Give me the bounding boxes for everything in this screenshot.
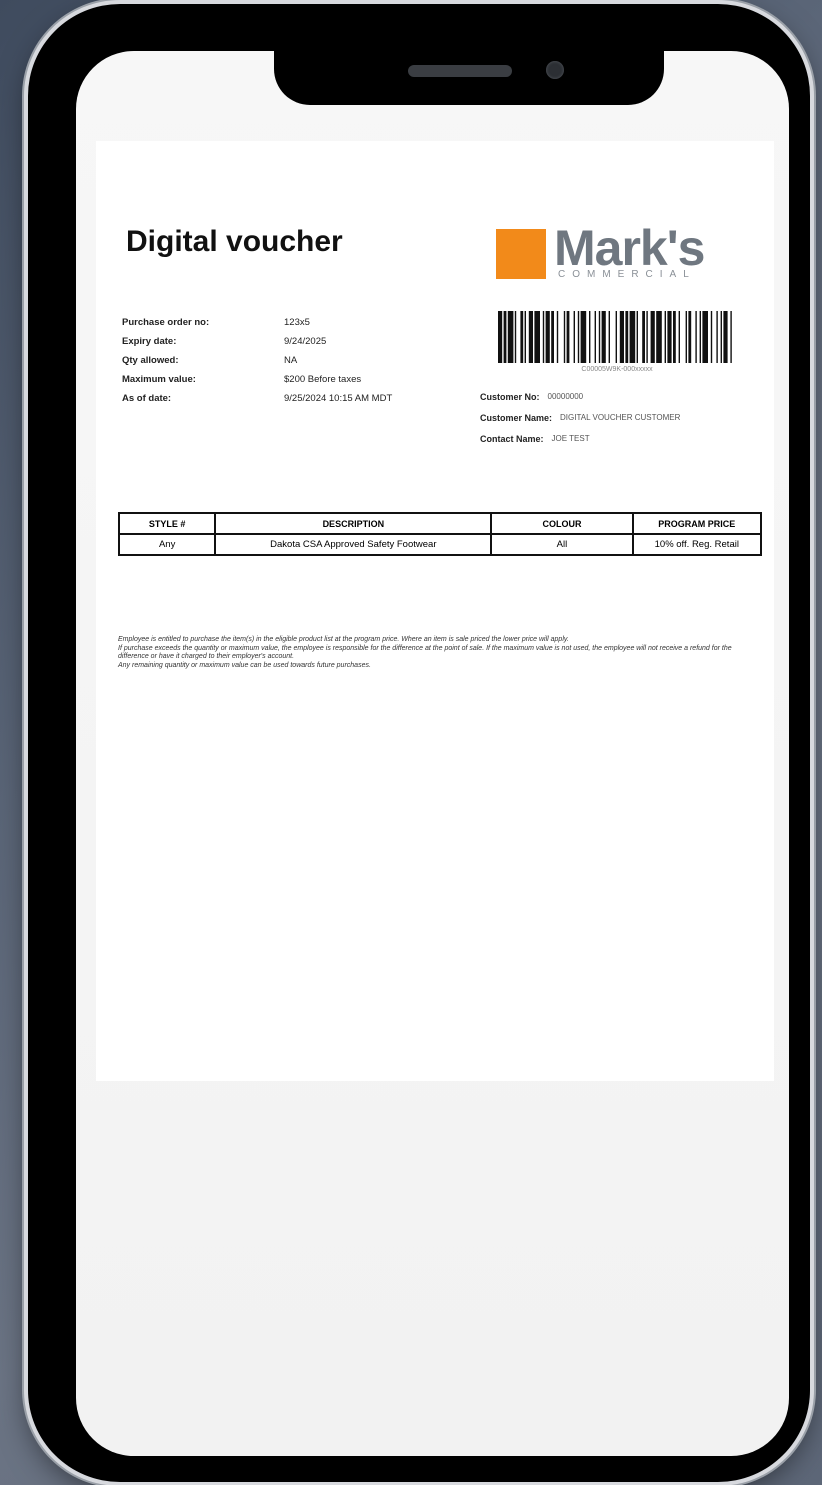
- terms-line: If purchase exceeds the quantity or maxi…: [118, 644, 732, 661]
- customer-value: JOE TEST: [551, 434, 590, 443]
- logo-orange-square: [496, 229, 546, 279]
- table-header-row: STYLE # DESCRIPTION COLOUR PROGRAM PRICE: [117, 512, 763, 535]
- barcode-bar: [699, 311, 701, 363]
- detail-label: Qty allowed:: [122, 355, 179, 366]
- customer-label: Customer Name:: [480, 412, 553, 423]
- barcode-bar: [524, 311, 526, 363]
- cell-colour: All: [490, 533, 634, 556]
- barcode-bar: [723, 311, 728, 363]
- barcode-bar: [545, 311, 550, 363]
- voucher-document: Digital voucher Mark's COMMERCIAL Purcha…: [96, 141, 774, 1081]
- cell-style: Any: [117, 533, 217, 556]
- speaker-grille: [408, 65, 512, 77]
- barcode-bar: [577, 311, 580, 363]
- detail-row: Qty allowed: NA: [122, 351, 392, 370]
- barcode-bar: [710, 311, 713, 363]
- barcode-bar: [580, 311, 587, 363]
- customer-row: Customer No: 00000000: [480, 386, 680, 407]
- detail-label: Maximum value:: [122, 374, 196, 385]
- detail-value: NA: [284, 355, 298, 366]
- barcode-number: C00005W9K-000xxxxx: [581, 366, 653, 373]
- barcode-bar: [664, 311, 666, 363]
- barcode-bar: [507, 311, 514, 363]
- barcode-bar: [702, 311, 708, 363]
- barcode-bar: [608, 311, 610, 363]
- customer-label: Customer No:: [480, 391, 540, 402]
- barcode-bar: [534, 311, 540, 363]
- detail-label: Purchase order no:: [122, 317, 210, 328]
- barcode-bar: [528, 311, 533, 363]
- cell-description: Dakota CSA Approved Safety Footwear: [214, 533, 493, 556]
- barcode-bar: [563, 311, 566, 363]
- barcode-bar: [636, 311, 638, 363]
- front-camera-icon: [546, 61, 564, 79]
- barcode-bar: [730, 311, 732, 363]
- barcode-bar: [650, 311, 655, 363]
- barcode-bar: [594, 311, 596, 363]
- barcode-bar: [673, 311, 676, 363]
- barcode-bar: [716, 311, 718, 363]
- barcode-bar: [642, 311, 645, 363]
- barcode-bar: [520, 311, 524, 363]
- customer-label: Contact Name:: [480, 433, 544, 444]
- barcode-bar: [646, 311, 648, 363]
- barcode-bar: [503, 311, 507, 363]
- customer-value: 00000000: [547, 392, 584, 401]
- barcode-bar: [601, 311, 606, 363]
- column-header-style: STYLE #: [117, 512, 217, 535]
- detail-value: 123x5: [284, 317, 310, 328]
- barcode-bar: [629, 311, 636, 363]
- customer-value: DIGITAL VOUCHER CUSTOMER: [560, 413, 681, 422]
- detail-row: Expiry date: 9/24/2025: [122, 332, 392, 351]
- logo-subline: COMMERCIAL: [558, 269, 696, 280]
- barcode-bar: [667, 311, 672, 363]
- barcode-bar: [542, 311, 545, 363]
- barcode-bar: [551, 311, 554, 363]
- terms-line: Any remaining quantity or maximum value …: [118, 661, 371, 669]
- barcode-bar: [685, 311, 687, 363]
- barcode-bar: [695, 311, 697, 363]
- barcode-bar: [589, 311, 591, 363]
- notch: [274, 51, 664, 105]
- barcode-bar: [678, 311, 680, 363]
- barcode-icon: [498, 311, 732, 363]
- barcode-bar: [573, 311, 575, 363]
- barcode-bar: [619, 311, 624, 363]
- barcode-bar: [625, 311, 629, 363]
- table-row: Any Dakota CSA Approved Safety Footwear …: [117, 533, 763, 556]
- terms-line: Employee is entitled to purchase the ite…: [118, 636, 569, 643]
- detail-row: Maximum value: $200 Before taxes: [122, 370, 392, 389]
- barcode-bar: [498, 311, 503, 363]
- detail-row: Purchase order no: 123x5: [122, 313, 392, 332]
- voucher-title: Digital voucher: [126, 225, 343, 258]
- barcode-bar: [514, 311, 517, 363]
- barcode-bar: [688, 311, 692, 363]
- detail-value: $200 Before taxes: [284, 374, 362, 385]
- voucher-details: Purchase order no: 123x5 Expiry date: 9/…: [122, 313, 392, 408]
- barcode-bar: [615, 311, 617, 363]
- phone-screen: Digital voucher Mark's COMMERCIAL Purcha…: [76, 51, 789, 1456]
- column-header-program-price: PROGRAM PRICE: [631, 512, 763, 535]
- detail-value: 9/25/2024 10:15 AM MDT: [284, 393, 393, 404]
- phone-frame: Digital voucher Mark's COMMERCIAL Purcha…: [28, 4, 810, 1482]
- customer-info: Customer No: 00000000 Customer Name: DIG…: [480, 386, 680, 449]
- detail-label: Expiry date:: [122, 336, 177, 347]
- column-header-description: DESCRIPTION: [214, 512, 493, 535]
- barcode-bar: [566, 311, 570, 363]
- barcode-bar: [720, 311, 722, 363]
- terms-fine-print: Employee is entitled to purchase the ite…: [118, 636, 762, 670]
- column-header-colour: COLOUR: [490, 512, 634, 535]
- eligible-items-table: STYLE # DESCRIPTION COLOUR PROGRAM PRICE…: [117, 512, 763, 556]
- detail-value: 9/24/2025: [284, 336, 327, 347]
- marks-commercial-logo: Mark's COMMERCIAL: [496, 220, 736, 285]
- customer-row: Contact Name: JOE TEST: [480, 428, 680, 449]
- barcode-bar: [656, 311, 662, 363]
- detail-label: As of date:: [122, 393, 172, 404]
- barcode-bar: [598, 311, 601, 363]
- cell-program-price: 10% off. Reg. Retail: [631, 533, 763, 556]
- customer-row: Customer Name: DIGITAL VOUCHER CUSTOMER: [480, 407, 680, 428]
- barcode-bar: [556, 311, 559, 363]
- detail-row: As of date: 9/25/2024 10:15 AM MDT: [122, 389, 392, 408]
